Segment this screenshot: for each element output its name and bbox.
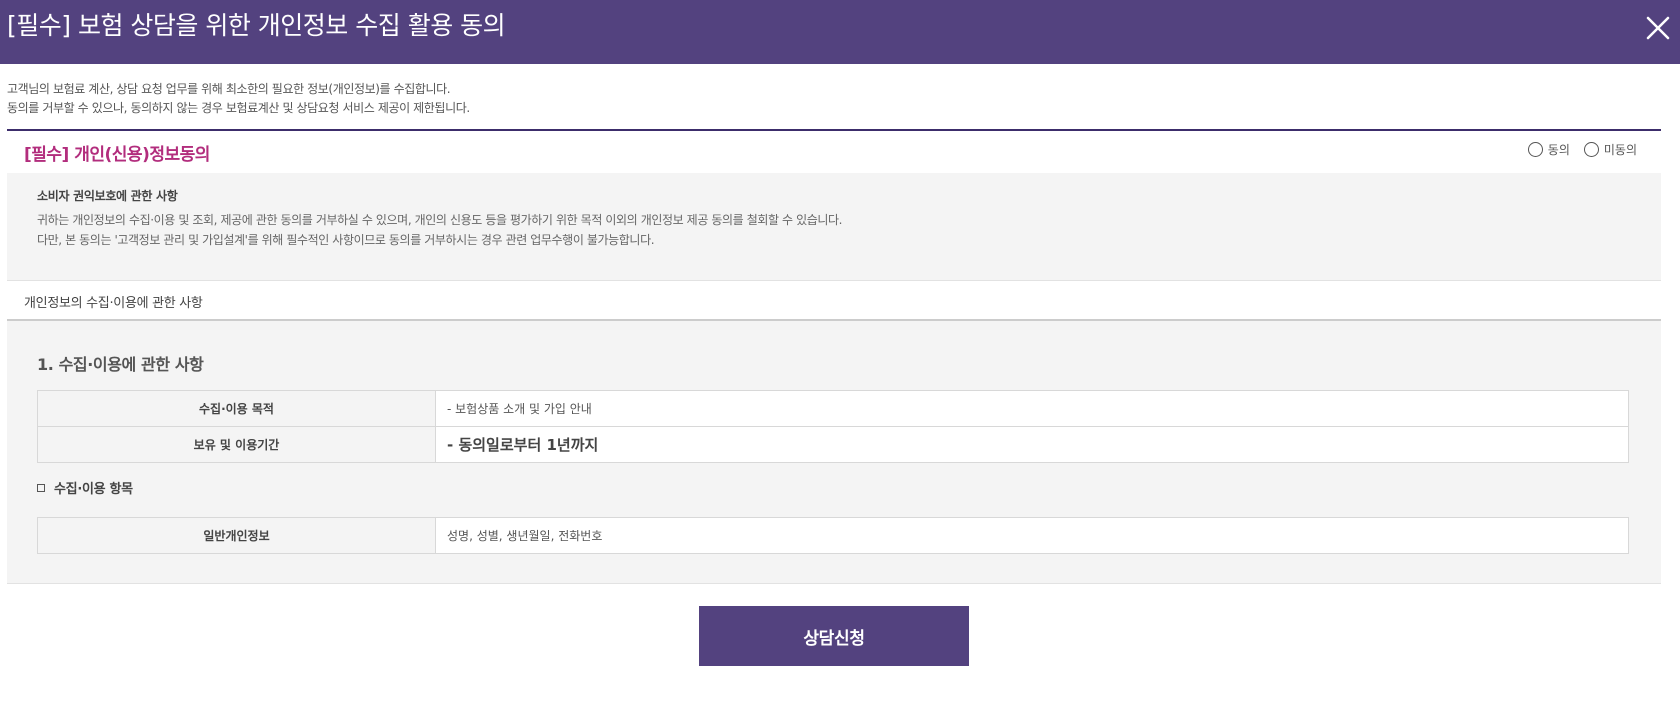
table-row: 일반개인정보 성명, 성별, 생년월일, 전화번호 (37, 517, 1629, 554)
collection-items-text: 수집·이용 항목 (54, 482, 133, 497)
modal-header: [필수] 보험 상담을 위한 개인정보 수집 활용 동의 (0, 0, 1680, 64)
collection-detail: 1. 수집·이용에 관한 사항 수집·이용 목적 - 보험상품 소개 및 가입 … (7, 321, 1661, 584)
submit-consultation-button[interactable]: 상담신청 (699, 606, 969, 666)
table-row: 보유 및 이용기간 - 동의일로부터 1년까지 (37, 426, 1629, 463)
consent-section: [필수] 개인(신용)정보동의 동의 미동의 소비자 권익보호에 관한 사항 귀… (7, 129, 1661, 584)
table-header-cell: 보유 및 이용기간 (37, 426, 436, 463)
consumer-rights-text: 귀하는 개인정보의 수집·이용 및 조회, 제공에 관한 동의를 거부하실 수 … (37, 210, 842, 250)
radio-agree-circle[interactable] (1527, 142, 1543, 157)
consumer-rights-line-2: 다만, 본 동의는 '고객정보 관리 및 가입설계'를 위해 필수적인 사항이므… (37, 233, 655, 247)
purpose-table: 수집·이용 목적 - 보험상품 소개 및 가입 안내 보유 및 이용기간 - 동… (37, 390, 1629, 463)
consumer-rights-title: 소비자 권익보호에 관한 사항 (37, 189, 178, 203)
collection-toggle-row[interactable]: 개인정보의 수집·이용에 관한 사항 (7, 281, 1661, 321)
collection-toggle-label: 개인정보의 수집·이용에 관한 사항 (24, 296, 203, 311)
radio-disagree-label: 미동의 (1603, 143, 1637, 157)
table-header-cell: 일반개인정보 (37, 517, 436, 554)
consent-title: [필수] 개인(신용)정보동의 (24, 145, 210, 165)
radio-agree[interactable]: 동의 (1527, 141, 1570, 158)
table-value-cell: - 보험상품 소개 및 가입 안내 (435, 390, 1629, 427)
items-table: 일반개인정보 성명, 성별, 생년월일, 전화번호 (37, 517, 1629, 554)
radio-agree-label: 동의 (1547, 143, 1570, 157)
close-icon (1646, 16, 1670, 40)
consumer-rights-box: 소비자 권익보호에 관한 사항 귀하는 개인정보의 수집·이용 및 조회, 제공… (7, 173, 1661, 281)
close-button[interactable] (1644, 14, 1672, 42)
table-value-cell: - 동의일로부터 1년까지 (435, 426, 1629, 463)
modal-title: [필수] 보험 상담을 위한 개인정보 수집 활용 동의 (7, 11, 506, 40)
collection-section-title: 1. 수집·이용에 관한 사항 (37, 355, 204, 374)
radio-disagree[interactable]: 미동의 (1583, 141, 1637, 158)
consumer-rights-line-1: 귀하는 개인정보의 수집·이용 및 조회, 제공에 관한 동의를 거부하실 수 … (37, 213, 843, 227)
intro-line-2: 동의를 거부할 수 있으나, 동의하지 않는 경우 보험료계산 및 상담요청 서… (7, 101, 470, 115)
radio-disagree-circle[interactable] (1583, 142, 1599, 157)
table-row: 수집·이용 목적 - 보험상품 소개 및 가입 안내 (37, 390, 1629, 427)
consent-radio-group: 동의 미동의 (1514, 141, 1637, 158)
intro-line-1: 고객님의 보험료 계산, 상담 요청 업무를 위해 최소한의 필요한 정보(개인… (7, 82, 451, 96)
consent-header: [필수] 개인(신용)정보동의 동의 미동의 (7, 131, 1661, 173)
square-bullet-icon (37, 483, 45, 492)
intro-text: 고객님의 보험료 계산, 상담 요청 업무를 위해 최소한의 필요한 정보(개인… (7, 80, 470, 118)
collection-items-label: 수집·이용 항목 (37, 478, 133, 497)
table-value-cell: 성명, 성별, 생년월일, 전화번호 (435, 517, 1629, 554)
table-header-cell: 수집·이용 목적 (37, 390, 436, 427)
